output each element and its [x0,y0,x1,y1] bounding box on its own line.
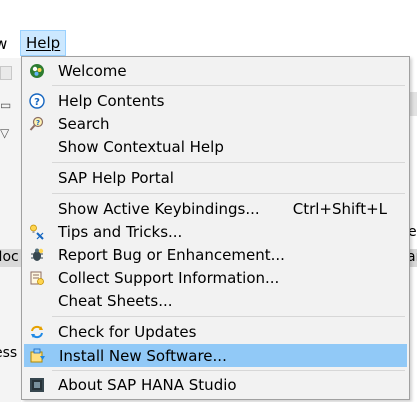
menu-item-help-contents[interactable]: ? Help Contents [24,90,407,113]
menu-item-report-bug[interactable]: Report Bug or Enhancement... [24,244,407,267]
help-contents-icon: ? [29,93,45,109]
menu-item-search[interactable]: ? Search [24,113,407,136]
menu-item-label: Tips and Tricks... [58,223,183,241]
menu-separator [52,316,405,317]
about-icon [30,378,44,392]
label-fragment: ess [0,345,18,361]
menu-separator [52,193,405,194]
menu-bar: w Help [0,30,417,56]
menu-item-welcome[interactable]: Welcome [24,60,407,83]
menu-separator [52,85,405,86]
menu-item-label: About SAP HANA Studio [58,376,237,394]
menu-item-tips-and-tricks[interactable]: Tips and Tricks... [24,221,407,244]
menu-item-accelerator: Ctrl+Shift+L [292,200,387,218]
menu-item-label: Help Contents [58,92,165,110]
install-icon [30,348,45,363]
menu-item-check-for-updates[interactable]: Check for Updates [24,321,407,344]
bug-icon [31,248,44,261]
menu-item-sap-help-portal[interactable]: SAP Help Portal [24,167,407,190]
welcome-icon [30,64,44,78]
support-icon [30,271,44,285]
menu-help[interactable]: Help [20,30,67,56]
menu-item-label: Search [58,115,110,133]
menu-item-cheat-sheets[interactable]: Cheat Sheets... [24,290,407,313]
menu-item-label: Cheat Sheets... [58,292,173,310]
menu-item-label: Welcome [58,62,127,80]
update-icon [31,325,43,339]
screen: w Help ▭ ▽ Noc ess e ar Welcome ? He [0,0,417,402]
menu-item-show-contextual-help[interactable]: Show Contextual Help [24,136,407,159]
menu-separator [52,162,405,163]
window-icon: ▭ [0,98,12,112]
menu-item-label: Show Contextual Help [58,138,224,156]
menu-item-label: Check for Updates [58,323,197,341]
menu-item-label: Report Bug or Enhancement... [58,246,285,264]
tree-node-fragment: Noc [0,249,19,265]
menu-item-label: SAP Help Portal [58,169,174,187]
toolbar-button-fragment[interactable] [0,66,12,80]
menu-item-collect-support-information[interactable]: Collect Support Information... [24,267,407,290]
menu-item-label: Install New Software... [59,347,227,365]
menu-separator [52,370,405,371]
menu-item-show-active-keybindings[interactable]: Show Active Keybindings... Ctrl+Shift+L [24,198,407,221]
help-menu: Welcome ? Help Contents ? Search Show Co… [21,56,410,400]
menu-item-label: Collect Support Information... [58,269,280,287]
svg-text:?: ? [36,119,40,127]
menu-view-fragment[interactable]: w [0,34,7,54]
menu-item-label: Show Active Keybindings... [58,200,260,218]
menu-item-install-new-software[interactable]: Install New Software... [24,344,407,367]
search-help-icon: ? [29,116,44,131]
menu-item-about-sap-hana-studio[interactable]: About SAP HANA Studio [24,374,407,397]
svg-text:?: ? [34,97,40,108]
chevron-down-icon[interactable]: ▽ [0,126,9,140]
tips-icon [30,224,44,240]
